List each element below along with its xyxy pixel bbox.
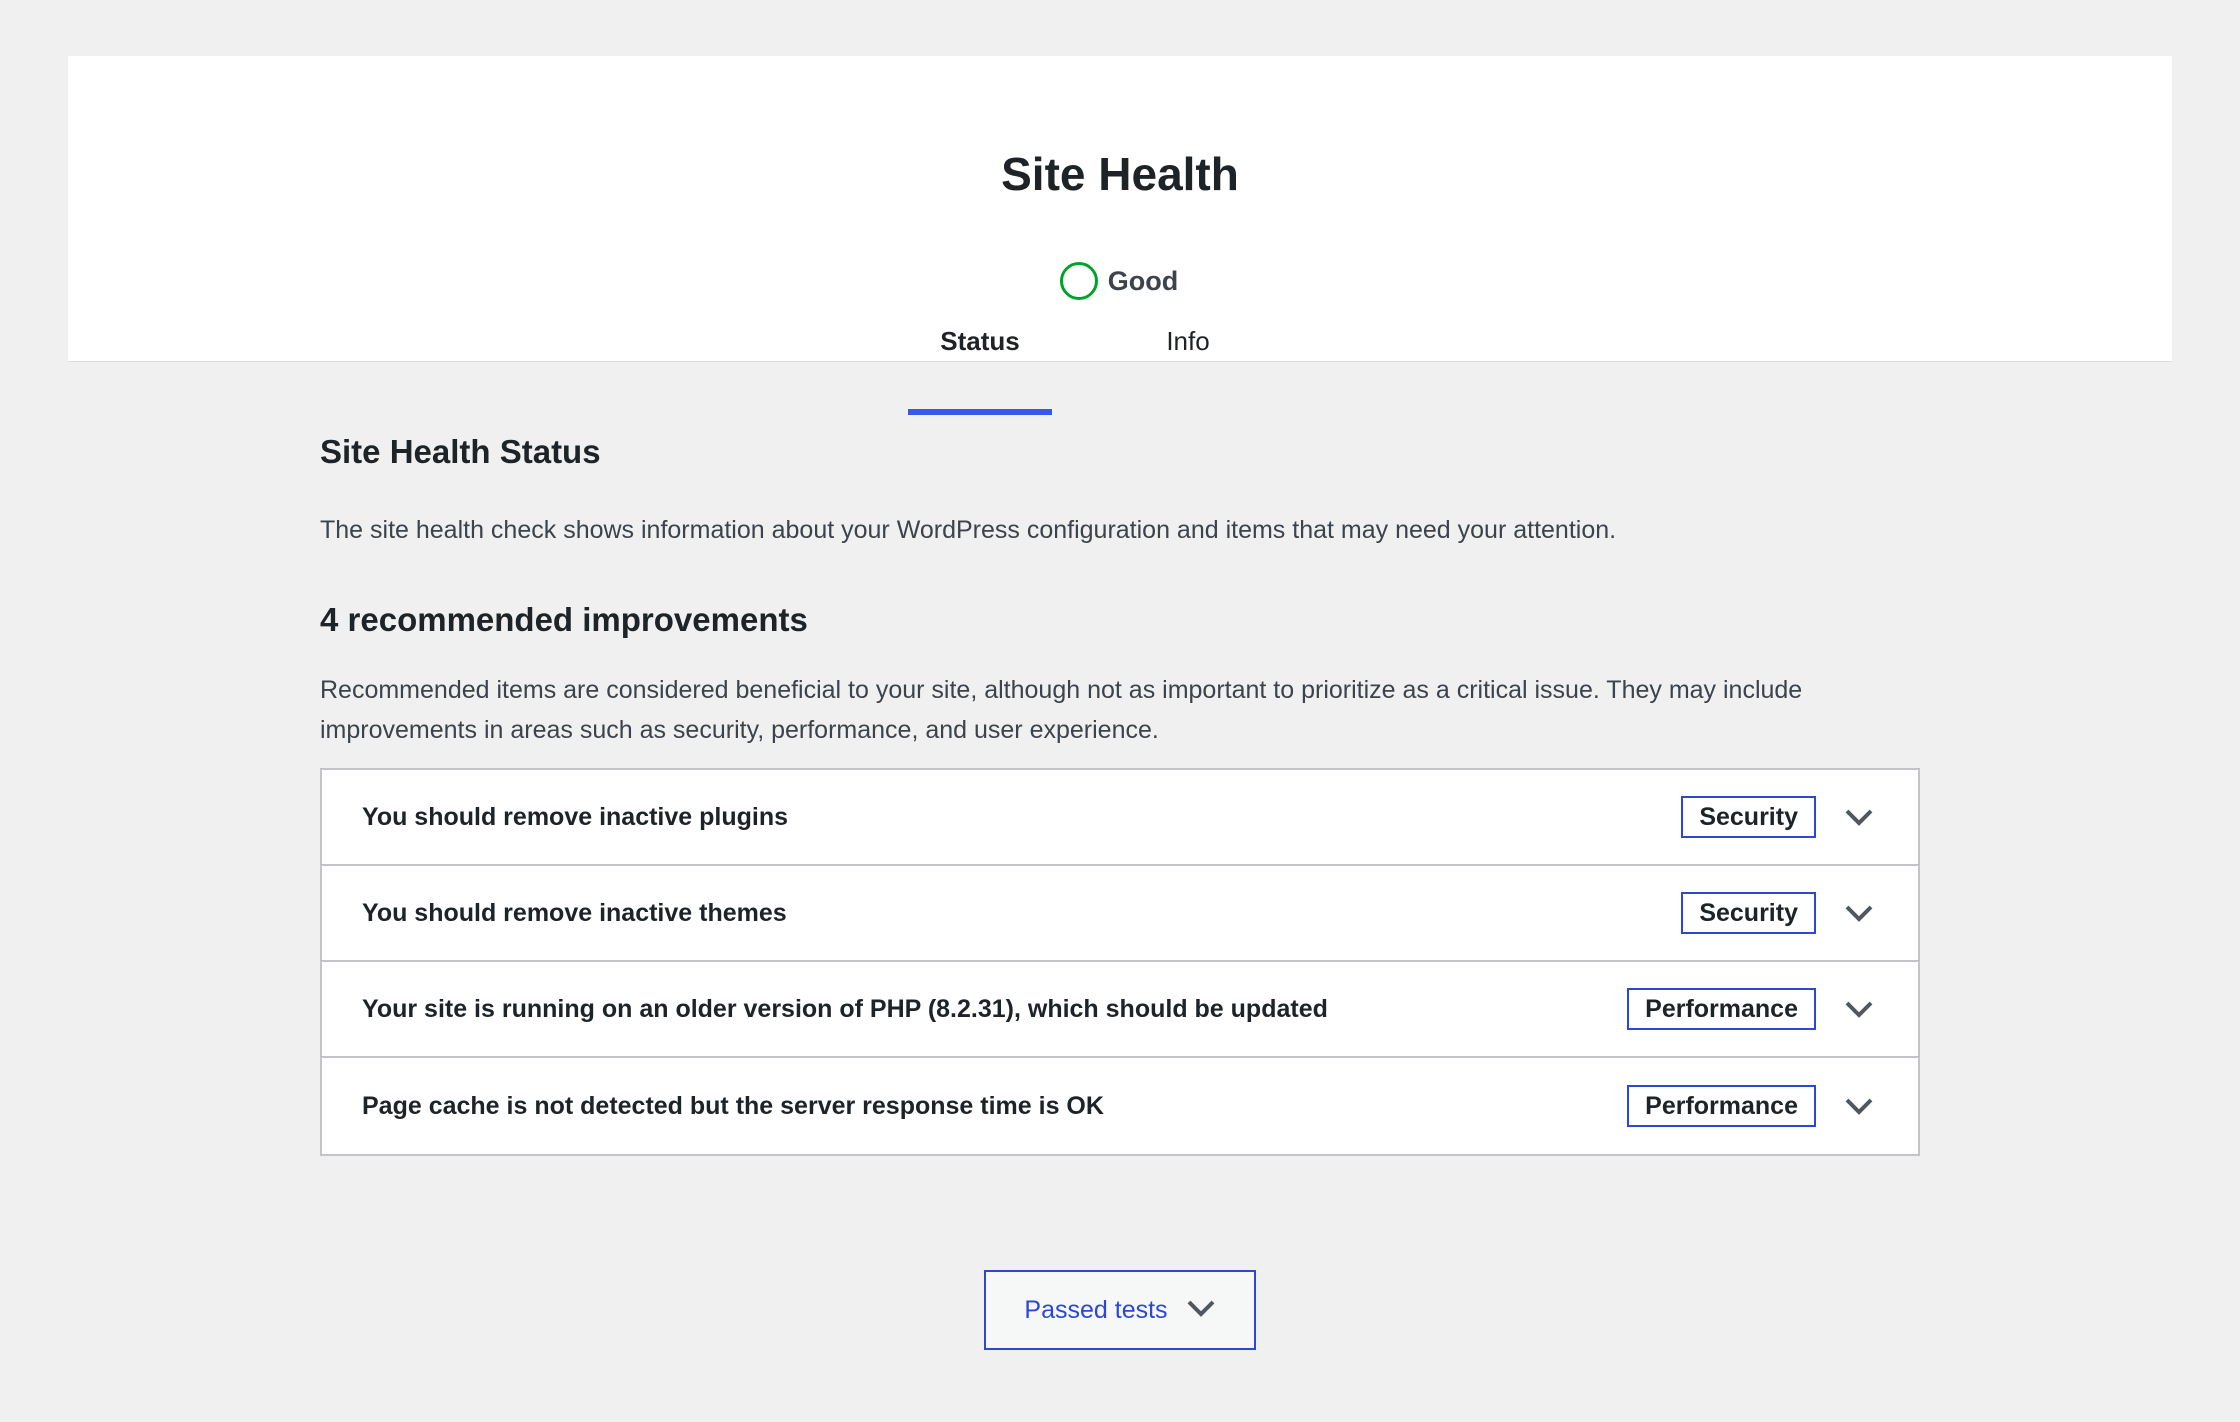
accordion-item-page-cache[interactable]: Page cache is not detected but the serve…: [322, 1058, 1918, 1154]
health-status-indicator: Good: [68, 262, 2172, 300]
chevron-down-icon[interactable]: [1844, 999, 1874, 1019]
tab-status[interactable]: Status: [908, 324, 1052, 415]
section-description: The site health check shows information …: [320, 516, 1617, 544]
accordion-item-title: Your site is running on an older version…: [362, 994, 1328, 1023]
site-health-header: Site Health Good Status Info: [68, 56, 2172, 415]
category-badge: Performance: [1627, 988, 1816, 1030]
chevron-down-icon: [1186, 1296, 1216, 1325]
accordion-item-inactive-plugins[interactable]: You should remove inactive plugins Secur…: [322, 770, 1918, 866]
accordion-item-php-version[interactable]: Your site is running on an older version…: [322, 962, 1918, 1058]
accordion-item-title: Page cache is not detected but the serve…: [362, 1091, 1104, 1120]
page-title: Site Health: [1001, 148, 1239, 200]
health-status-label: Good: [1107, 265, 1179, 296]
tab-info[interactable]: Info: [1116, 324, 1260, 362]
accordion-item-inactive-themes[interactable]: You should remove inactive themes Securi…: [322, 866, 1918, 962]
chevron-down-icon[interactable]: [1844, 807, 1874, 827]
tab-bar: Status Info: [68, 324, 2172, 415]
category-badge: Security: [1681, 796, 1816, 838]
chevron-down-icon[interactable]: [1844, 1096, 1874, 1116]
accordion-item-title: You should remove inactive plugins: [362, 802, 789, 831]
main-content: Site Health Status The site health check…: [320, 430, 1920, 1156]
improvements-description: Recommended items are considered benefic…: [320, 676, 1803, 744]
improvements-count-heading: 4 recommended improvements: [320, 601, 808, 638]
passed-tests-button[interactable]: Passed tests: [984, 1270, 1256, 1350]
accordion-item-title: You should remove inactive themes: [362, 898, 787, 927]
tab-info-label: Info: [1166, 326, 1210, 356]
section-title: Site Health Status: [320, 433, 601, 470]
category-badge: Performance: [1627, 1085, 1816, 1127]
tab-status-label: Status: [940, 326, 1020, 356]
chevron-down-icon[interactable]: [1844, 903, 1874, 923]
status-ring-icon: [1059, 262, 1098, 300]
improvements-accordion: You should remove inactive plugins Secur…: [320, 768, 1920, 1156]
passed-tests-label: Passed tests: [1024, 1295, 1168, 1324]
category-badge: Security: [1681, 892, 1816, 934]
